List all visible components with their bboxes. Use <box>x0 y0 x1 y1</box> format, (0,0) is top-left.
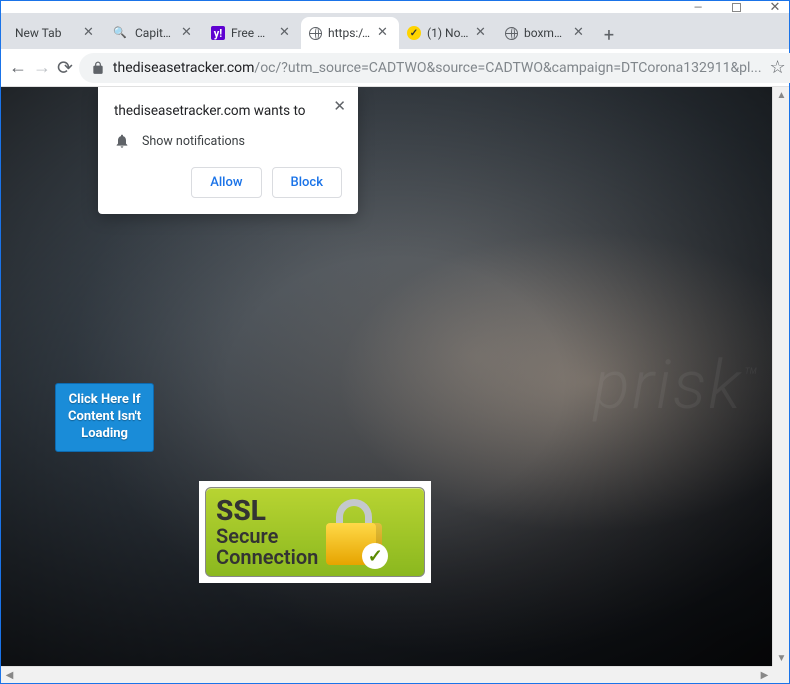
back-button[interactable] <box>9 54 27 82</box>
scroll-track[interactable] <box>18 667 756 683</box>
tab-close-icon[interactable] <box>279 26 293 40</box>
tab-title: New Tab <box>15 26 77 40</box>
bookmark-star-icon[interactable] <box>770 57 786 78</box>
globe-icon <box>505 27 518 40</box>
scroll-down-arrow-icon[interactable]: ▼ <box>773 650 789 666</box>
url-text: thediseasetracker.com/oc/?utm_source=CAD… <box>113 60 762 76</box>
bell-icon <box>114 133 130 149</box>
scroll-corner <box>772 666 789 683</box>
horizontal-scrollbar[interactable]: ◀ ▶ <box>1 666 773 683</box>
tab-new-tab[interactable]: New Tab <box>7 17 105 49</box>
ssl-line3: Connection <box>216 547 318 568</box>
tab-close-icon[interactable] <box>475 26 489 40</box>
click-here-line3: Loading <box>68 426 141 443</box>
tab-free-data[interactable]: y! Free Data... <box>203 17 301 49</box>
padlock-icon: ✓ <box>326 499 382 565</box>
scroll-left-arrow-icon[interactable]: ◀ <box>1 667 18 683</box>
page-content: prisk™ Click Here If Content Isn't Loadi… <box>1 87 789 683</box>
norton-icon <box>407 26 421 40</box>
toolbar: thediseasetracker.com/oc/?utm_source=CAD… <box>1 49 789 87</box>
notification-permission-dialog: thediseasetracker.com wants to Show noti… <box>98 87 358 214</box>
scroll-right-arrow-icon[interactable]: ▶ <box>756 667 773 683</box>
allow-button[interactable]: Allow <box>191 167 261 198</box>
new-tab-button[interactable] <box>595 21 623 49</box>
click-here-line1: Click Here If <box>68 392 141 409</box>
forward-button[interactable] <box>33 54 51 82</box>
click-here-button[interactable]: Click Here If Content Isn't Loading <box>55 383 154 452</box>
dialog-message: Show notifications <box>142 134 245 149</box>
search-icon <box>113 25 129 41</box>
dialog-title: thediseasetracker.com wants to <box>114 103 342 119</box>
browser-window: New Tab CapitaSea... y! Free Data... htt… <box>0 0 790 684</box>
ssl-line1: SSL <box>216 496 318 525</box>
window-controls <box>1 1 789 13</box>
minimize-button[interactable] <box>692 1 704 13</box>
tab-title: Free Data... <box>231 26 273 40</box>
yahoo-icon: y! <box>211 26 225 40</box>
tab-title: (1) Notific... <box>427 26 469 40</box>
tab-notifications[interactable]: (1) Notific... <box>399 17 497 49</box>
ssl-badge: SSL Secure Connection ✓ <box>199 481 431 583</box>
ssl-badge-inner: SSL Secure Connection ✓ <box>205 487 425 577</box>
dialog-body: Show notifications <box>114 133 342 149</box>
lock-icon <box>91 61 105 75</box>
vertical-scrollbar[interactable]: ▲ ▼ <box>772 87 789 666</box>
watermark-text: prisk™ <box>593 345 759 425</box>
tab-capitasea[interactable]: CapitaSea... <box>105 17 203 49</box>
scroll-track[interactable] <box>773 103 789 650</box>
checkmark-icon: ✓ <box>362 543 388 569</box>
ssl-text: SSL Secure Connection <box>216 496 318 567</box>
scroll-up-arrow-icon[interactable]: ▲ <box>773 87 789 103</box>
globe-icon <box>309 27 322 40</box>
tab-close-icon[interactable] <box>377 26 391 40</box>
address-bar[interactable]: thediseasetracker.com/oc/?utm_source=CAD… <box>79 53 790 83</box>
tab-close-icon[interactable] <box>181 26 195 40</box>
dialog-actions: Allow Block <box>114 167 342 198</box>
maximize-button[interactable] <box>732 3 741 12</box>
reload-button[interactable] <box>57 54 73 82</box>
tab-title: https://the... <box>328 26 371 40</box>
tab-thediseasetracker[interactable]: https://the... <box>301 17 399 49</box>
tab-title: boxmattre... <box>524 26 567 40</box>
tab-strip: New Tab CapitaSea... y! Free Data... htt… <box>1 13 789 49</box>
tab-boxmattre[interactable]: boxmattre... <box>497 17 595 49</box>
dialog-close-button[interactable] <box>333 97 346 115</box>
tab-close-icon[interactable] <box>573 26 587 40</box>
click-here-line2: Content Isn't <box>68 409 141 426</box>
ssl-line2: Secure <box>216 526 318 547</box>
window-close-button[interactable] <box>769 1 781 13</box>
block-button[interactable]: Block <box>272 167 342 198</box>
tab-close-icon[interactable] <box>83 26 97 40</box>
tab-title: CapitaSea... <box>135 26 175 40</box>
